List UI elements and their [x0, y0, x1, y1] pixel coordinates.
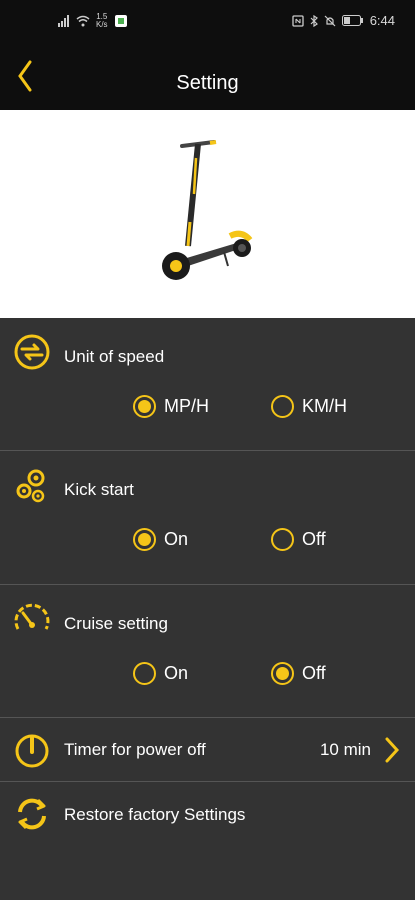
restore-factory-row[interactable]: Restore factory Settings — [0, 782, 415, 848]
radio-cruise-on-label: On — [164, 663, 189, 683]
radio-kmh[interactable]: KM/H — [271, 395, 347, 418]
radio-cruise-off-indicator — [271, 662, 294, 685]
refresh-icon — [18, 798, 46, 830]
speed-unit-icon — [14, 334, 50, 370]
status-left: 1.5 K/s — [58, 13, 128, 29]
radio-cruise-on[interactable]: On — [133, 662, 188, 685]
radio-kick-off[interactable]: Off — [271, 528, 326, 551]
radio-kmh-label: KM/H — [302, 396, 347, 416]
mute-icon — [324, 15, 336, 26]
bluetooth-icon — [310, 14, 318, 27]
unit-of-speed-section: Unit of speed MP/H KM/H — [0, 318, 415, 451]
scooter-image — [162, 140, 253, 280]
radio-cruise-off-label: Off — [302, 663, 326, 683]
wifi-icon — [76, 15, 90, 27]
kick-start-section: Kick start On Off — [0, 451, 415, 585]
network-speed: 1.5 K/s — [96, 13, 108, 29]
status-bar: 1.5 K/s 6:44 — [0, 0, 415, 42]
cruise-setting-section: Cruise setting On Off — [0, 585, 415, 718]
timer-power-off-row[interactable]: Timer for power off 10 min — [0, 718, 415, 782]
battery-icon — [341, 15, 363, 26]
signal-icon — [58, 15, 69, 27]
unit-of-speed-label: Unit of speed — [64, 347, 165, 366]
timer-label: Timer for power off — [64, 740, 206, 759]
kick-start-label: Kick start — [64, 480, 134, 499]
app-notification-icon — [114, 15, 127, 27]
radio-mph-label: MP/H — [164, 396, 209, 416]
radio-mph[interactable]: MP/H — [133, 395, 209, 418]
radio-mph-indicator — [133, 395, 156, 418]
radio-kick-on-indicator — [133, 528, 156, 551]
radio-kick-on[interactable]: On — [133, 528, 188, 551]
radio-kick-on-label: On — [164, 529, 189, 549]
power-icon — [15, 734, 49, 768]
page-title: Setting — [176, 72, 239, 94]
cruise-setting-options: On Off — [0, 662, 415, 696]
status-time: 6:44 — [369, 13, 395, 28]
chevron-right-icon — [385, 737, 400, 763]
radio-kmh-indicator — [271, 395, 294, 418]
unit-of-speed-options: MP/H KM/H — [0, 395, 415, 429]
gears-icon — [16, 469, 45, 503]
nfc-icon — [292, 14, 304, 27]
timer-value: 10 min — [319, 740, 371, 759]
radio-kick-off-indicator — [271, 528, 294, 551]
radio-cruise-off[interactable]: Off — [271, 662, 326, 685]
scooter-image-panel — [0, 110, 415, 318]
cruise-setting-label: Cruise setting — [64, 614, 168, 633]
speedometer-icon — [14, 603, 50, 630]
network-speed-unit: K/s — [96, 20, 108, 29]
radio-cruise-on-indicator — [133, 662, 156, 685]
restore-label: Restore factory Settings — [64, 805, 246, 824]
kick-start-options: On Off — [0, 528, 415, 562]
app-bar: Setting — [0, 42, 415, 110]
radio-kick-off-label: Off — [302, 529, 326, 549]
status-right: 6:44 — [292, 13, 395, 28]
